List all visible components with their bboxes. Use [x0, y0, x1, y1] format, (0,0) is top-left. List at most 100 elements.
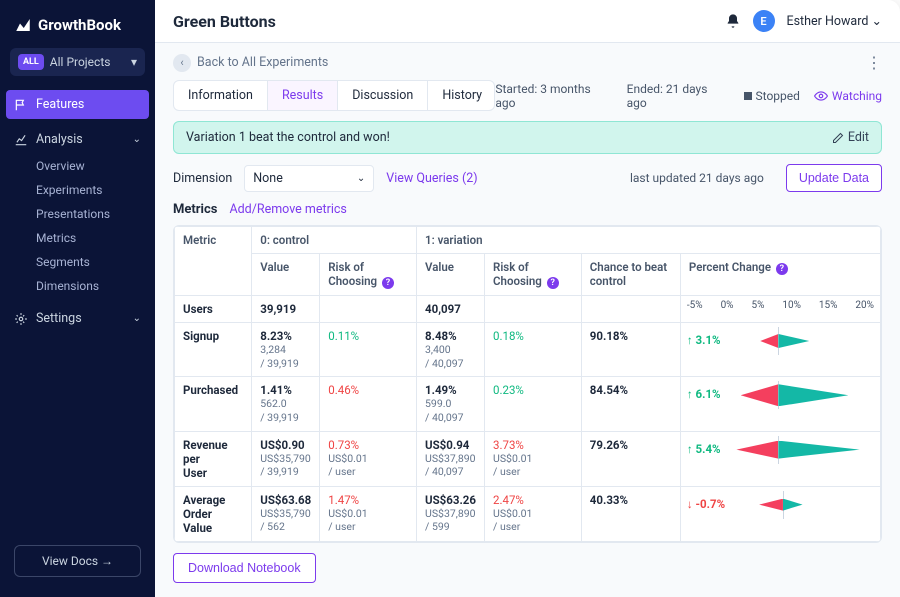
- bell-icon[interactable]: [725, 13, 741, 29]
- dimension-label: Dimension: [173, 171, 232, 186]
- cell-risk: [485, 296, 582, 323]
- topbar: Green Buttons E Esther Howard ⌄: [155, 0, 900, 43]
- cell-chance: 79.26%: [581, 431, 680, 486]
- metric-name: Signup: [175, 323, 252, 377]
- dimension-value: None: [253, 171, 283, 186]
- project-label: All Projects: [50, 55, 111, 69]
- metric-name: AverageOrder Value: [175, 486, 252, 541]
- nav-settings[interactable]: Settings ⌄: [0, 304, 155, 333]
- user-name: Esther Howard: [787, 14, 869, 29]
- dimension-select[interactable]: None ⌄: [244, 165, 374, 192]
- metric-name: Purchased: [175, 377, 252, 431]
- nav-analysis[interactable]: Analysis ⌄: [0, 125, 155, 154]
- chevron-down-icon: ⌄: [357, 173, 365, 184]
- cell-risk: 3.73%US$0.01/ user: [485, 431, 582, 486]
- back-link-label: Back to All Experiments: [197, 55, 328, 70]
- nav-sub-experiments[interactable]: Experiments: [0, 178, 155, 202]
- cell-percent-change: ↑ 6.1%: [680, 377, 880, 431]
- nav-features[interactable]: Features: [6, 90, 149, 119]
- change-value: ↑ 5.4%: [687, 442, 721, 456]
- cell-risk: 2.47%US$0.01/ user: [485, 486, 582, 541]
- chevron-down-icon: ⌄: [133, 134, 141, 145]
- help-icon[interactable]: ?: [547, 277, 559, 289]
- cell-value: US$0.90US$35,790/ 39,919: [252, 431, 320, 486]
- view-docs-button[interactable]: View Docs →: [14, 545, 141, 577]
- back-link[interactable]: ‹ Back to All Experiments: [173, 54, 328, 72]
- col-v0: 0: control: [252, 227, 417, 254]
- help-icon[interactable]: ?: [382, 277, 394, 289]
- chevron-down-icon: ⌄: [872, 14, 882, 29]
- edit-button[interactable]: Edit: [832, 130, 869, 145]
- watching-toggle[interactable]: Watching: [814, 89, 882, 103]
- tab-information[interactable]: Information: [174, 81, 268, 110]
- download-notebook-button[interactable]: Download Notebook: [173, 553, 316, 583]
- cell-value: 8.48%3,400/ 40,097: [417, 323, 485, 377]
- brand-name: GrowthBook: [38, 16, 121, 34]
- cell-chance: 90.18%: [581, 323, 680, 377]
- add-remove-metrics-link[interactable]: Add/Remove metrics: [229, 202, 346, 217]
- violin-plot: [729, 327, 869, 355]
- table-row: Users39,919 40,097 -5%0%5%10%15%20%: [175, 296, 881, 323]
- nav-sub-metrics[interactable]: Metrics: [0, 226, 155, 250]
- cell-value: US$0.94US$37,890/ 40,097: [417, 431, 485, 486]
- change-value: ↑ 6.1%: [687, 387, 721, 401]
- cell-value: 39,919: [252, 296, 320, 323]
- stopped-badge: Stopped: [744, 89, 800, 103]
- ended-meta: Ended: 21 days ago: [627, 82, 730, 110]
- nav-sub-segments[interactable]: Segments: [0, 250, 155, 274]
- project-selector[interactable]: ALL All Projects ▾: [10, 48, 145, 76]
- chevron-down-icon: ▾: [131, 55, 137, 69]
- nav-settings-label: Settings: [36, 311, 82, 326]
- cell-value: 40,097: [417, 296, 485, 323]
- result-banner: Variation 1 beat the control and won! Ed…: [173, 121, 882, 154]
- tab-discussion[interactable]: Discussion: [338, 81, 428, 110]
- cell-risk: 0.73%US$0.01/ user: [320, 431, 417, 486]
- col-value-1: Value: [417, 254, 485, 296]
- growthbook-logo-icon: [14, 16, 32, 34]
- cell-percent-change: -5%0%5%10%15%20%: [680, 296, 880, 323]
- nav-sub-presentations[interactable]: Presentations: [0, 202, 155, 226]
- violin-plot: [729, 436, 869, 464]
- chart-icon: [14, 133, 28, 147]
- view-queries-link[interactable]: View Queries (2): [386, 171, 477, 186]
- sidebar: GrowthBook ALL All Projects ▾ Features A…: [0, 0, 155, 597]
- last-updated: last updated 21 days ago: [630, 171, 764, 185]
- nav-sub-dimensions[interactable]: Dimensions: [0, 274, 155, 298]
- avatar[interactable]: E: [753, 10, 775, 32]
- cell-percent-change: ↓ -0.7%: [680, 486, 880, 541]
- more-menu-icon[interactable]: ⋮: [866, 53, 882, 72]
- table-row: AverageOrder ValueUS$63.68US$35,790/ 562…: [175, 486, 881, 541]
- cell-value: US$63.26US$37,890/ 599: [417, 486, 485, 541]
- col-metric: Metric: [175, 227, 252, 296]
- cell-risk: 1.47%US$0.01/ user: [320, 486, 417, 541]
- update-data-button[interactable]: Update Data: [786, 164, 882, 192]
- cell-risk: 0.11%: [320, 323, 417, 377]
- metric-name: Users: [175, 296, 252, 323]
- main: Green Buttons E Esther Howard ⌄ ‹ Back t…: [155, 0, 900, 597]
- col-value-0: Value: [252, 254, 320, 296]
- all-badge: ALL: [18, 54, 44, 70]
- cell-value: 1.49%599.0/ 40,097: [417, 377, 485, 431]
- tab-results[interactable]: Results: [268, 81, 338, 110]
- flag-icon: [14, 98, 28, 112]
- table-row: Revenue perUserUS$0.90US$35,790/ 39,9190…: [175, 431, 881, 486]
- tab-history[interactable]: History: [428, 81, 495, 110]
- nav-analysis-label: Analysis: [36, 132, 83, 147]
- metrics-table: Metric 0: control 1: variation Value Ris…: [173, 225, 882, 543]
- gear-icon: [14, 312, 28, 326]
- content: ‹ Back to All Experiments ⋮ Information …: [155, 43, 900, 597]
- help-icon[interactable]: ?: [776, 263, 788, 275]
- col-percent-change: Percent Change ?: [680, 254, 880, 296]
- tabs: Information Results Discussion History: [173, 80, 495, 111]
- cell-risk: 0.23%: [485, 377, 582, 431]
- cell-chance: 84.54%: [581, 377, 680, 431]
- page-title: Green Buttons: [173, 12, 276, 31]
- col-risk-1: Risk of Choosing ?: [485, 254, 582, 296]
- user-menu[interactable]: Esther Howard ⌄: [787, 13, 883, 29]
- metrics-title: Metrics: [173, 202, 217, 217]
- nav-sub-overview[interactable]: Overview: [0, 154, 155, 178]
- back-arrow-icon: ‹: [173, 54, 191, 72]
- violin-plot: [734, 491, 874, 519]
- chevron-down-icon: ⌄: [133, 313, 141, 324]
- stop-icon: [744, 92, 752, 100]
